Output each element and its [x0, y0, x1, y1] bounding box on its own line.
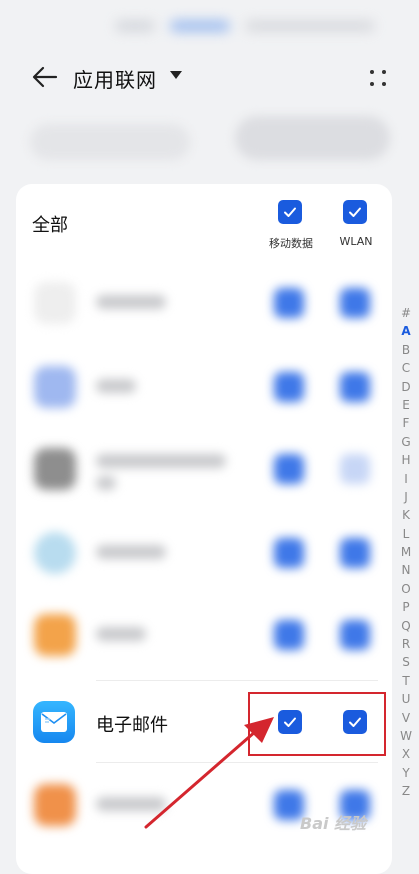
index-letter[interactable]: U — [396, 690, 416, 708]
status-bar — [110, 12, 400, 42]
index-letter[interactable]: # — [396, 304, 416, 322]
back-arrow-icon[interactable] — [30, 62, 60, 92]
index-letter[interactable]: D — [396, 378, 416, 396]
column-wlan-label: WLAN — [339, 235, 373, 248]
list-item[interactable] — [24, 518, 384, 588]
list-item[interactable] — [24, 268, 384, 338]
more-options-icon[interactable] — [366, 66, 390, 90]
all-wlan-checkbox[interactable] — [343, 200, 367, 224]
list-item[interactable] — [24, 352, 384, 422]
index-letter[interactable]: R — [396, 635, 416, 653]
index-letter[interactable]: Z — [396, 782, 416, 800]
divider — [96, 680, 378, 681]
check-icon — [284, 207, 296, 217]
index-letter[interactable]: J — [396, 488, 416, 506]
index-letter[interactable]: V — [396, 709, 416, 727]
index-letter[interactable]: O — [396, 580, 416, 598]
watermark: Bai 经验 — [300, 814, 367, 833]
index-letter[interactable]: I — [396, 470, 416, 488]
title-dropdown-caret-icon[interactable] — [170, 71, 182, 79]
index-letter[interactable]: T — [396, 672, 416, 690]
index-letter[interactable]: P — [396, 598, 416, 616]
alphabet-index[interactable]: # A B C D E F G H I J K L M N O P Q R S T U V W X Y Z — [396, 304, 416, 801]
index-letter[interactable]: Y — [396, 764, 416, 782]
column-mobile-data-label: 移动数据 — [269, 237, 313, 250]
index-letter[interactable]: Q — [396, 617, 416, 635]
index-letter[interactable]: B — [396, 341, 416, 359]
email-app-icon — [33, 701, 75, 743]
check-icon — [349, 207, 361, 217]
index-letter[interactable]: L — [396, 525, 416, 543]
list-item[interactable] — [24, 434, 384, 504]
index-letter[interactable]: K — [396, 506, 416, 524]
index-letter[interactable]: A — [396, 322, 416, 340]
envelope-icon — [41, 712, 67, 732]
index-letter[interactable]: F — [396, 414, 416, 432]
page-title: 应用联网 — [73, 68, 157, 92]
index-letter[interactable]: C — [396, 359, 416, 377]
index-letter[interactable]: S — [396, 653, 416, 671]
index-letter[interactable]: G — [396, 433, 416, 451]
index-letter[interactable]: W — [396, 727, 416, 745]
list-item[interactable] — [24, 600, 384, 670]
all-apps-label: 全部 — [32, 215, 68, 236]
index-letter[interactable]: H — [396, 451, 416, 469]
index-letter[interactable]: M — [396, 543, 416, 561]
annotation-arrow-icon — [144, 717, 274, 829]
index-letter[interactable]: N — [396, 561, 416, 579]
all-mobile-data-checkbox[interactable] — [278, 200, 302, 224]
index-letter[interactable]: X — [396, 745, 416, 763]
index-letter[interactable]: E — [396, 396, 416, 414]
filter-row[interactable] — [20, 110, 400, 170]
